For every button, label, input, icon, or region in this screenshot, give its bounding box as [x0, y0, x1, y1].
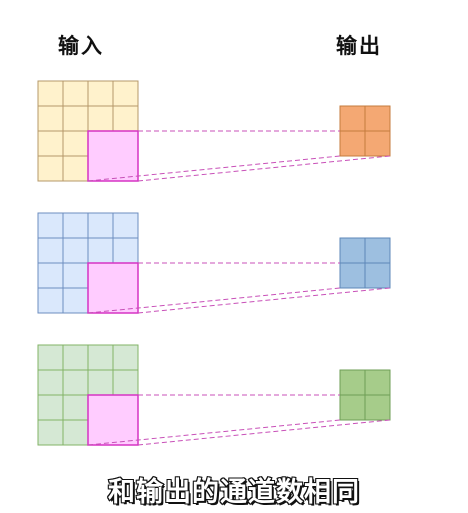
kernel-window-2: [87, 262, 139, 314]
caption: 和输出的通道数相同: [107, 476, 360, 509]
connector-line: [137, 287, 391, 314]
connector-line: [137, 155, 391, 182]
kernel-window-3: [87, 394, 139, 446]
kernel-window-1: [87, 130, 139, 182]
convolution-diagram: [37, 80, 391, 446]
connector-line: [137, 419, 391, 446]
